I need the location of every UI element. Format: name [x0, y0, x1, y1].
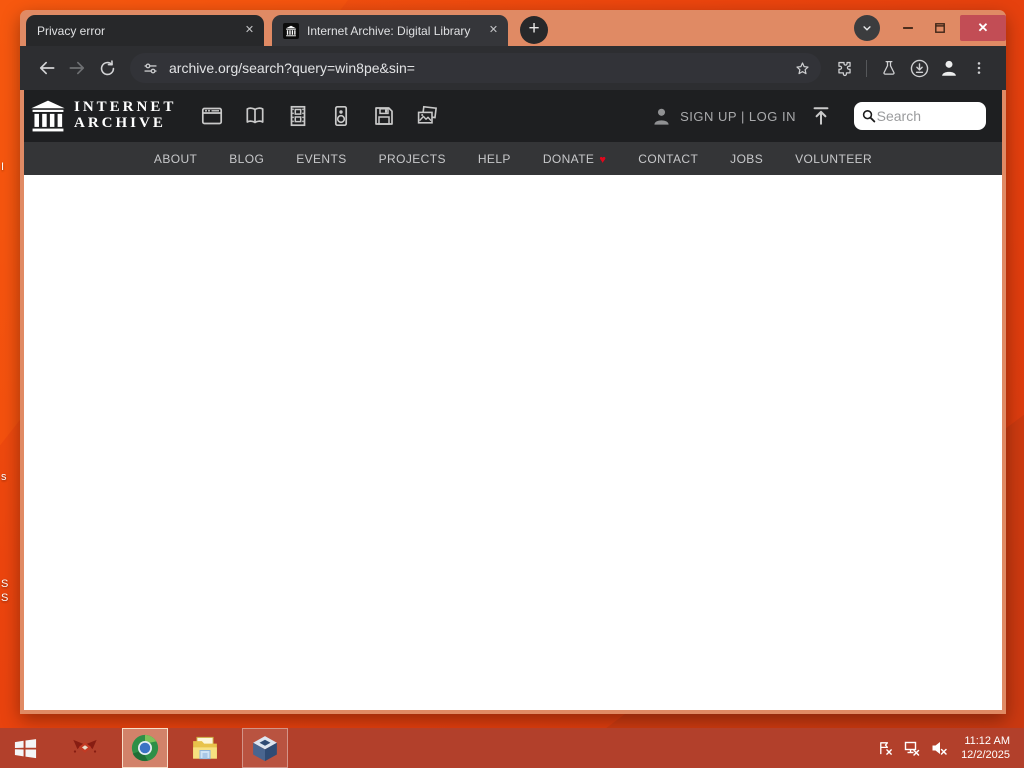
page-content-blank — [24, 175, 1002, 710]
action-center-flag-icon[interactable] — [876, 739, 894, 757]
bookmark-star-icon[interactable] — [794, 60, 811, 77]
tab-strip: Privacy error ✕ Internet Archive: Digita… — [20, 10, 1006, 46]
audio-media-icon[interactable] — [329, 104, 353, 128]
kebab-menu-icon — [977, 62, 981, 74]
upload-icon[interactable] — [810, 105, 832, 127]
taskbar-clock[interactable]: 11:12 AM 12/2/2025 — [957, 734, 1018, 763]
nav-item-events[interactable]: EVENTS — [296, 152, 346, 166]
desktop-icon-label-fragment: S — [1, 592, 9, 604]
clock-time: 11:12 AM — [964, 734, 1010, 747]
taskbar-app-chrome[interactable] — [122, 728, 168, 768]
heart-icon: ♥ — [599, 153, 607, 166]
network-status-icon[interactable] — [903, 739, 921, 757]
browser-menu-button[interactable] — [964, 53, 994, 83]
video-media-icon[interactable] — [286, 104, 310, 128]
toolbar-divider — [866, 59, 867, 77]
archive-building-icon — [285, 25, 297, 36]
tab-search-button[interactable] — [854, 15, 880, 41]
software-media-icon[interactable] — [372, 104, 396, 128]
web-media-icon[interactable] — [200, 104, 224, 128]
tab-close-icon[interactable]: ✕ — [485, 22, 502, 39]
nav-item-donate[interactable]: DONATE ♥ — [543, 152, 606, 166]
signup-login-link[interactable]: SIGN UP | LOG IN — [680, 109, 796, 124]
account-person-icon[interactable] — [650, 105, 673, 128]
search-icon — [862, 110, 876, 123]
new-tab-button[interactable]: + — [520, 16, 548, 44]
minimize-icon — [903, 27, 913, 29]
profile-button[interactable] — [934, 53, 964, 83]
experiments-button[interactable] — [874, 53, 904, 83]
browser-toolbar: archive.org/search?query=win8pe&sin= — [20, 46, 1006, 90]
site-search-box[interactable] — [854, 102, 986, 130]
nav-item-contact[interactable]: CONTACT — [638, 152, 698, 166]
desktop-icon-label-fragment: S — [1, 578, 9, 590]
tab-title: Privacy error — [37, 23, 106, 38]
user-avatar-icon — [942, 60, 956, 76]
tab-internet-archive[interactable]: Internet Archive: Digital Library ✕ — [272, 15, 508, 46]
forward-arrow-icon — [69, 61, 85, 75]
web-page: INTERNET ARCHIVE SIGN UP | LOG IN Search… — [20, 90, 1006, 714]
back-arrow-icon — [39, 61, 55, 75]
chevron-down-icon — [863, 26, 871, 31]
internet-archive-logo[interactable] — [29, 97, 67, 135]
start-button[interactable] — [2, 728, 48, 768]
nav-item-jobs[interactable]: JOBS — [730, 152, 763, 166]
flask-icon — [883, 60, 895, 75]
file-explorer-folder-icon — [193, 736, 217, 760]
nav-item-about[interactable]: ABOUT — [154, 152, 197, 166]
site-info-tune-icon[interactable] — [142, 60, 159, 77]
wordmark-line2: ARCHIVE — [74, 115, 166, 131]
maximize-icon — [935, 23, 945, 33]
desktop-icon-label-fragment: I — [1, 161, 5, 173]
taskbar-app-red-fox[interactable] — [62, 728, 108, 768]
nav-item-help[interactable]: HELP — [478, 152, 511, 166]
close-window-button[interactable]: ✕ — [960, 15, 1006, 41]
internet-archive-favicon — [283, 22, 299, 39]
chrome-browser-icon — [131, 734, 159, 762]
media-type-icons — [200, 104, 439, 128]
download-icon — [910, 59, 928, 77]
minimize-button[interactable] — [896, 15, 920, 41]
forward-button[interactable] — [62, 53, 92, 83]
browser-window: Privacy error ✕ Internet Archive: Digita… — [20, 10, 1006, 714]
maximize-button[interactable] — [928, 15, 952, 41]
internet-archive-nav: ABOUT BLOG EVENTS PROJECTS HELP DONATE ♥ … — [24, 142, 1002, 175]
internet-archive-wordmark[interactable]: INTERNET ARCHIVE — [74, 99, 177, 132]
internet-archive-header: INTERNET ARCHIVE SIGN UP | LOG IN Search — [24, 90, 1002, 142]
donate-label: DONATE — [542, 151, 595, 166]
back-button[interactable] — [32, 53, 62, 83]
tab-privacy-error[interactable]: Privacy error ✕ — [26, 15, 264, 46]
reload-button[interactable] — [92, 53, 122, 83]
nav-item-volunteer[interactable]: VOLUNTEER — [795, 152, 872, 166]
red-fox-app-icon — [73, 739, 97, 753]
windows-logo-icon — [14, 738, 36, 758]
images-media-icon[interactable] — [415, 104, 439, 128]
url-text: archive.org/search?query=win8pe&sin= — [169, 60, 415, 76]
tab-title: Internet Archive: Digital Library — [307, 23, 471, 38]
reload-icon — [100, 59, 114, 75]
taskbar-app-file-explorer[interactable] — [182, 728, 228, 768]
desktop-icon-label-fragment: s — [1, 471, 7, 483]
virtualbox-cube-icon — [253, 736, 277, 762]
tab-close-icon[interactable]: ✕ — [241, 22, 258, 39]
taskbar-app-virtualbox[interactable] — [242, 728, 288, 768]
wordmark-line1: INTERNET — [74, 99, 177, 116]
windows-taskbar: 11:12 AM 12/2/2025 — [0, 728, 1024, 768]
clock-date: 12/2/2025 — [961, 749, 1010, 761]
texts-media-icon[interactable] — [243, 104, 267, 128]
search-input[interactable] — [876, 108, 980, 124]
system-tray: 11:12 AM 12/2/2025 — [876, 734, 1024, 763]
extensions-button[interactable] — [829, 53, 859, 83]
puzzle-piece-icon — [837, 61, 851, 76]
nav-item-projects[interactable]: PROJECTS — [379, 152, 446, 166]
address-bar[interactable]: archive.org/search?query=win8pe&sin= — [130, 53, 821, 83]
volume-muted-icon[interactable] — [930, 739, 948, 757]
nav-item-blog[interactable]: BLOG — [229, 152, 264, 166]
downloads-button[interactable] — [904, 53, 934, 83]
window-controls: ✕ — [854, 10, 1006, 46]
